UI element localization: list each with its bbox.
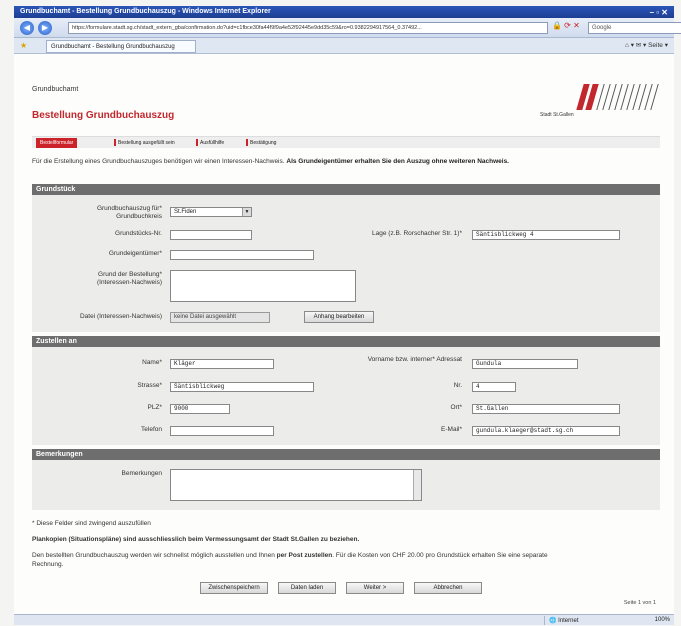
telefon-label: Telefon (141, 426, 162, 433)
datei-field: keine Datei ausgewählt (170, 312, 270, 323)
daten-laden-button[interactable]: Daten laden (278, 582, 336, 594)
weiter-button[interactable]: Weiter > (346, 582, 404, 594)
back-icon[interactable]: ◀ (20, 21, 34, 35)
browser-search-input[interactable]: Google (588, 22, 681, 34)
progress-steps: Bestellformular Bestellung ausgefüllt se… (32, 136, 660, 148)
section-zustellen-heading: Zustellen an (32, 336, 660, 347)
browser-tab[interactable]: Grundbuchamt - Bestellung Grundbuchauszu… (46, 40, 196, 53)
section-zustellen: Name* Kläger Vorname bzw. interner* Adre… (32, 347, 660, 445)
info-note: Den bestellten Grundbuchauszug werden wi… (32, 552, 548, 559)
grundbuchkreis-select[interactable]: St.Fiden ▼ (170, 207, 252, 217)
email-label: E-Mail* (441, 426, 462, 433)
info-note-line2: Rechnung. (32, 561, 64, 568)
window-title-bar: Grundbuchamt - Bestellung Grundbuchauszu… (14, 6, 674, 18)
nr-label: Nr. (453, 382, 462, 389)
grundstueck-nr-input[interactable] (170, 230, 252, 240)
chevron-down-icon: ▼ (242, 208, 251, 216)
lock-refresh-stop-icons[interactable]: 🔒 ⟳ ✕ (552, 21, 580, 30)
telefon-input[interactable] (170, 426, 274, 436)
step-bestellformular: Bestellformular (36, 138, 78, 148)
page-title: Bestellung Grundbuchauszug (32, 110, 175, 121)
step-ausfuellhilfe: Ausfüllhilfe (192, 138, 228, 148)
section-grundstueck-heading: Grundstück (32, 184, 660, 195)
email-input[interactable]: gundula.klaeger@stadt.sg.ch (472, 426, 620, 436)
url-field[interactable]: https://formulare.stadt.sg.ch/stadt_exte… (68, 22, 548, 34)
intro-text: Für die Erstellung eines Grundbuchauszug… (32, 158, 509, 165)
step-ausgefuellt: Bestellung ausgefüllt sein (110, 138, 179, 148)
logo-text: Stadt St.Gallen (540, 112, 574, 118)
strasse-label: Strasse* (137, 382, 162, 389)
page-menu[interactable]: ⌂ ▾ ✉ ▾ Seite ▾ (625, 41, 668, 49)
strasse-input[interactable]: Säntisblickweg (170, 382, 314, 392)
datei-label: Datei (Interessen-Nachweis) (79, 313, 162, 320)
section-bemerkungen: Bemerkungen (32, 460, 660, 510)
zoom-level[interactable]: 100% (655, 615, 670, 625)
vorname-label: Vorname bzw. interner* Adressat (367, 356, 462, 363)
zwischenspeichern-button[interactable]: Zwischenspeichern (200, 582, 268, 594)
scrollbar[interactable] (413, 470, 421, 500)
bemerkungen-textarea[interactable] (170, 469, 422, 501)
web-page: Grundbuchamt Bestellung Grundbuchauszug … (14, 54, 674, 614)
lage-label: Lage (z.B. Rorschacher Str. 1)* (372, 230, 462, 237)
anhang-bearbeiten-button[interactable]: Anhang bearbeiten (304, 311, 374, 323)
plz-label: PLZ* (147, 404, 162, 411)
grundeigentuemer-input[interactable] (170, 250, 314, 260)
grundbuchauszug-label: Grundbuchauszug für* Grundbuchkreis (96, 205, 162, 220)
window-title: Grundbuchamt - Bestellung Grundbuchauszu… (20, 8, 271, 15)
page-number: Seite 1 von 1 (623, 600, 656, 606)
grund-label: Grund der Bestellung* (Interessen-Nachwe… (96, 271, 162, 286)
lage-input[interactable]: Säntisblickweg 4 (472, 230, 620, 240)
plz-input[interactable]: 9000 (170, 404, 230, 414)
step-bestaetigung: Bestätigung (242, 138, 280, 148)
plankopien-note: Plankopien (Situationspläne) sind aussch… (32, 536, 360, 543)
name-input[interactable]: Kläger (170, 359, 274, 369)
ort-input[interactable]: St.Gallen (472, 404, 620, 414)
section-grundstueck: Grundbuchauszug für* Grundbuchkreis St.F… (32, 195, 660, 332)
ort-label: Ort* (450, 404, 462, 411)
bemerkungen-label: Bemerkungen (121, 470, 162, 477)
grund-textarea[interactable] (170, 270, 356, 302)
section-bemerkungen-heading: Bemerkungen (32, 449, 660, 460)
nr-input[interactable]: 4 (472, 382, 516, 392)
address-bar: ◀ ▶ https://formulare.stadt.sg.ch/stadt_… (14, 18, 681, 38)
required-note: * Diese Felder sind zwingend auszufüllen (32, 520, 151, 527)
name-label: Name* (142, 359, 162, 366)
grundstueck-nr-label: Grundstücks-Nr. (115, 230, 162, 237)
forward-icon[interactable]: ▶ (38, 21, 52, 35)
abbrechen-button[interactable]: Abbrechen (414, 582, 482, 594)
vorname-input[interactable]: Gundula (472, 359, 578, 369)
status-bar: 🌐 Internet 100% (14, 614, 674, 625)
grundeigentuemer-label: Grundeigentümer* (108, 250, 162, 257)
stadt-logo-icon (576, 84, 660, 110)
favorites-star-icon[interactable]: ★ (20, 41, 27, 50)
site-name: Grundbuchamt (32, 86, 79, 93)
security-zone: 🌐 Internet (544, 616, 614, 625)
tab-bar: ★ Grundbuchamt - Bestellung Grundbuchaus… (14, 38, 674, 54)
